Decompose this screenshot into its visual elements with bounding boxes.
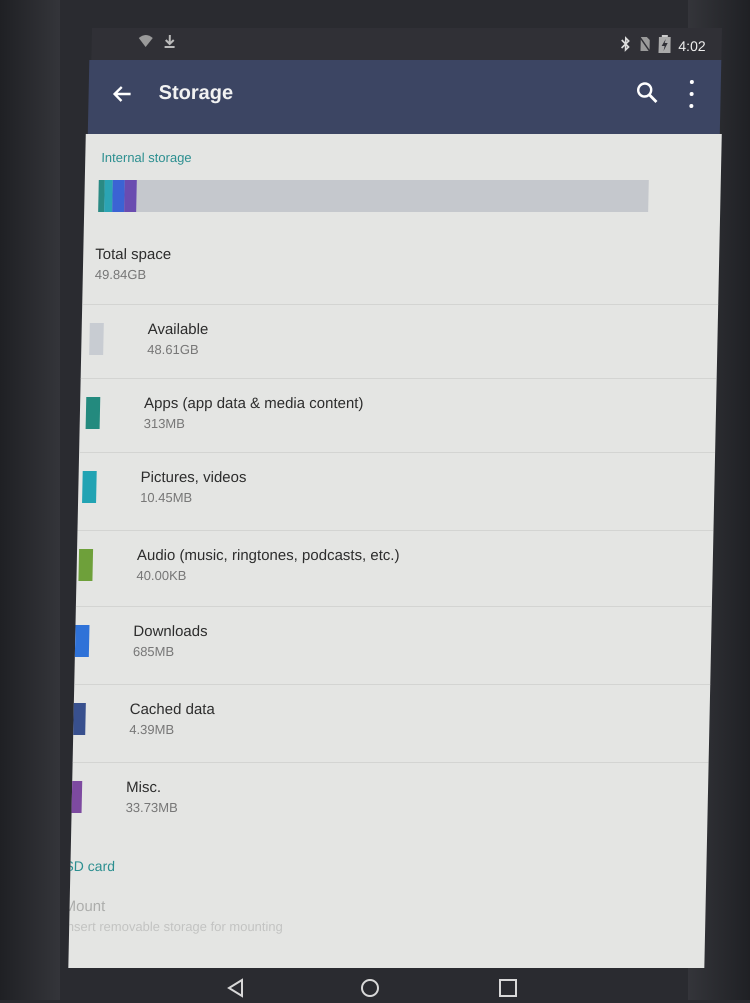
navigation-bar [0, 940, 750, 1000]
storage-color-swatch [82, 471, 97, 503]
no-sim-icon [638, 36, 650, 55]
storage-color-swatch [74, 625, 90, 657]
mount-label: Mount [68, 898, 106, 915]
storage-item-size: 40.00KB [136, 568, 187, 583]
storage-item-misc[interactable]: Misc. 33.73MB [68, 762, 709, 837]
internal-storage-header: Internal storage [101, 150, 192, 165]
bluetooth-icon [620, 36, 630, 55]
total-space-label: Total space [95, 246, 172, 263]
recents-square-icon[interactable] [498, 978, 518, 1003]
back-triangle-icon[interactable] [226, 978, 246, 1003]
storage-item-apps[interactable]: Apps (app data & media content) 313MB [79, 378, 717, 453]
wifi-icon [138, 34, 154, 51]
storage-bar-segment [112, 180, 125, 212]
storage-item-size: 48.61GB [147, 342, 199, 357]
storage-item-label: Cached data [129, 701, 215, 718]
mount-sub: Insert removable storage for mounting [68, 919, 284, 934]
storage-item-size: 685MB [132, 644, 175, 659]
download-icon [164, 34, 176, 51]
storage-item-audio[interactable]: Audio (music, ringtones, podcasts, etc.)… [75, 530, 714, 605]
storage-list: Internal storage Total space 49.84GB Ava… [68, 134, 722, 968]
storage-item-size: 10.45MB [140, 490, 193, 505]
storage-usage-bar [98, 180, 649, 212]
back-arrow-icon[interactable] [108, 80, 137, 108]
storage-item-available[interactable]: Available 48.61GB [80, 304, 719, 379]
battery-icon [658, 35, 671, 56]
storage-color-swatch [71, 703, 86, 735]
storage-item-cached-data[interactable]: Cached data 4.39MB [71, 684, 711, 759]
screen: 4:02 Storage Internal storage Total spac… [32, 28, 722, 1000]
storage-color-swatch [78, 549, 94, 581]
storage-item-label: Pictures, videos [140, 469, 247, 486]
app-bar: Storage [87, 60, 722, 134]
search-icon[interactable] [634, 80, 661, 106]
storage-color-swatch [89, 323, 104, 355]
total-space-value: 49.84GB [94, 267, 147, 282]
storage-bar-segment [124, 180, 137, 212]
storage-item-label: Available [147, 321, 209, 338]
total-space: Total space 49.84GB [95, 246, 172, 282]
storage-color-swatch [68, 781, 83, 813]
storage-item-label: Apps (app data & media content) [143, 395, 364, 412]
storage-item-downloads[interactable]: Downloads 685MB [74, 606, 712, 681]
page-title: Storage [158, 82, 234, 104]
storage-item-pictures-videos[interactable]: Pictures, videos 10.45MB [77, 452, 716, 527]
storage-color-swatch [85, 397, 101, 429]
storage-item-size: 313MB [143, 416, 186, 431]
home-circle-icon[interactable] [360, 978, 380, 1003]
storage-item-label: Misc. [125, 779, 162, 796]
storage-item-size: 4.39MB [129, 722, 175, 737]
status-bar: 4:02 [91, 28, 722, 60]
sd-card-header: SD card [68, 858, 116, 874]
more-vert-icon[interactable] [684, 80, 699, 108]
storage-item-label: Downloads [133, 623, 208, 640]
status-time: 4:02 [678, 37, 706, 54]
mount-sd-card[interactable]: Mount Insert removable storage for mount… [68, 898, 283, 934]
storage-item-size: 33.73MB [125, 800, 178, 815]
storage-item-label: Audio (music, ringtones, podcasts, etc.) [136, 547, 400, 564]
